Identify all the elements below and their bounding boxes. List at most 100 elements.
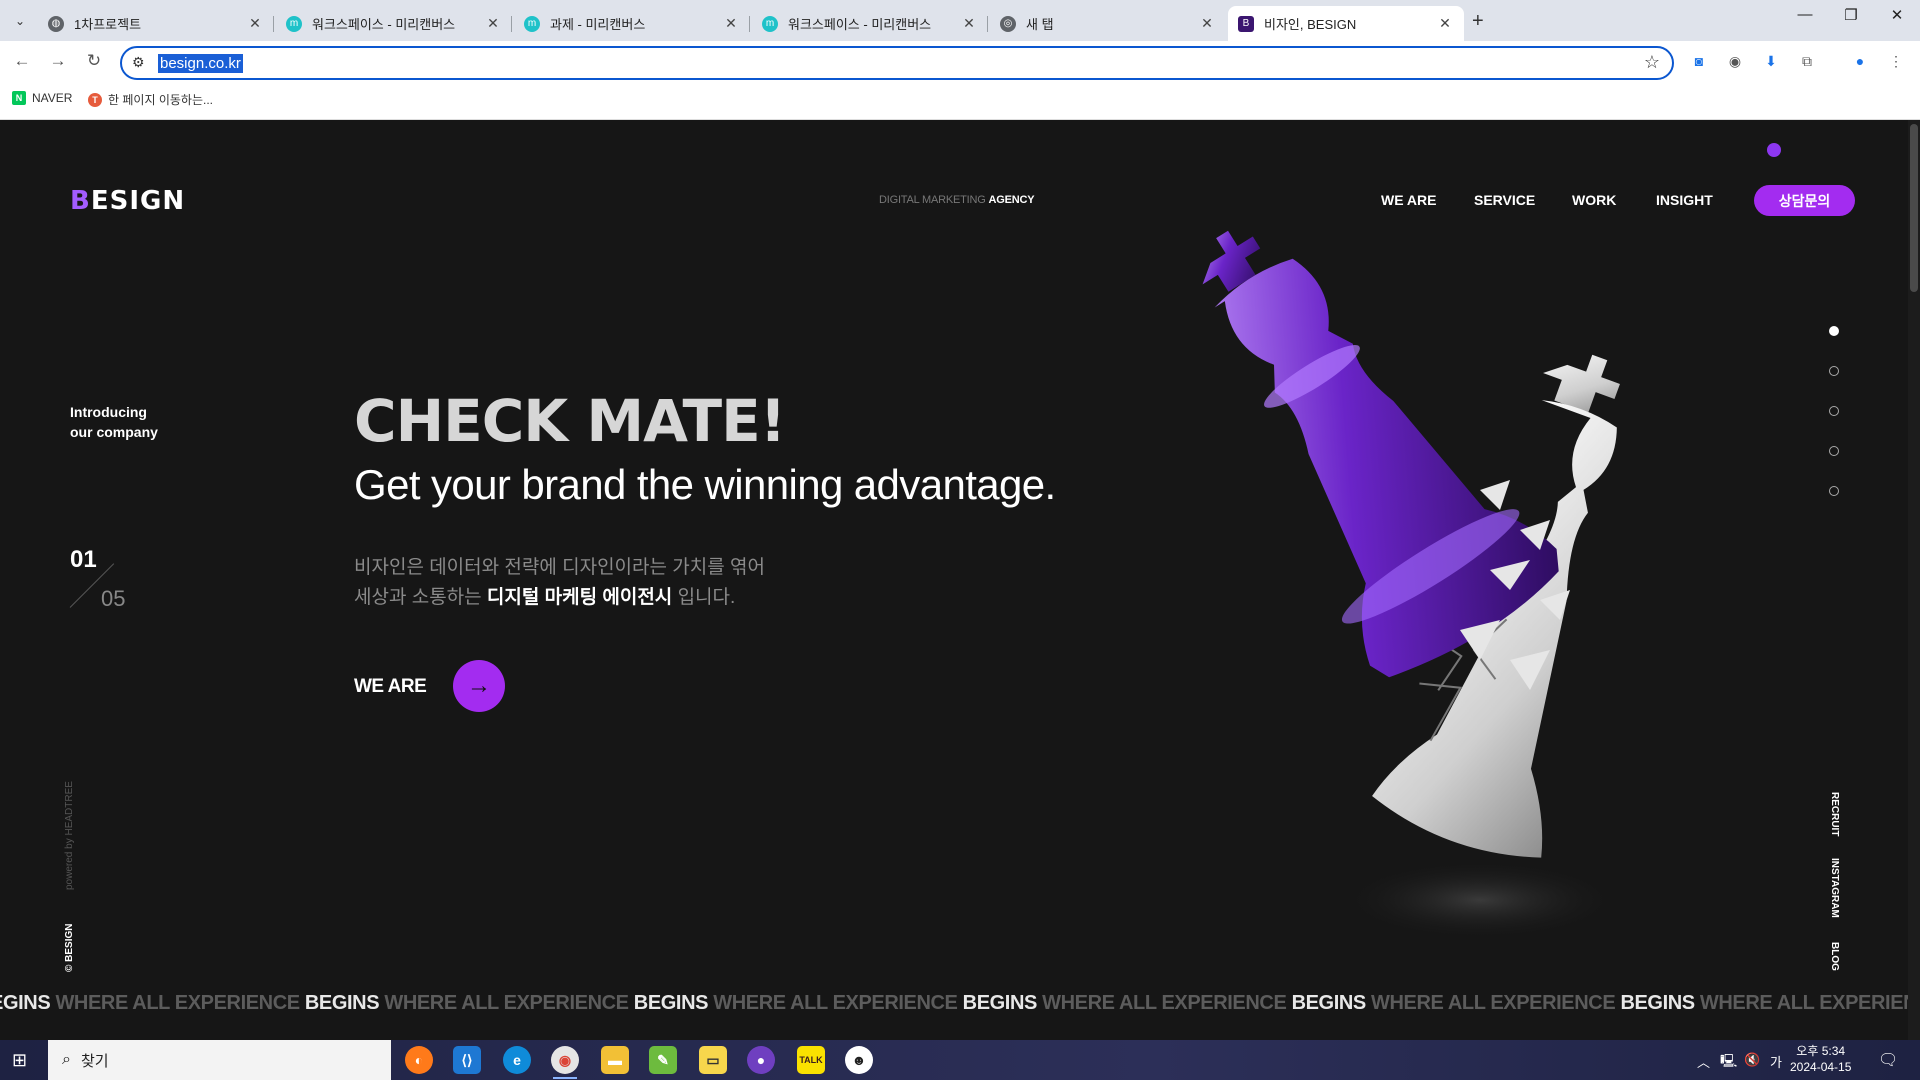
- edge-icon[interactable]: e: [503, 1046, 531, 1074]
- tab-title: 1차프로젝트: [74, 17, 142, 32]
- we-are-link[interactable]: WE ARE: [354, 676, 427, 698]
- slide-pager-dot[interactable]: [1829, 366, 1839, 376]
- site-info-icon[interactable]: ⚙: [132, 54, 145, 71]
- bookmark-item[interactable]: T 한 페이지 이동하는...: [88, 91, 213, 108]
- taskbar-search[interactable]: ⌕ 찾기: [48, 1040, 391, 1080]
- marquee-text: WHERE ALL EXPERIENCE: [1699, 992, 1908, 1014]
- browser-tab[interactable]: m 워크스페이스 - 미리캔버스 ✕: [276, 6, 512, 41]
- chrome-icon[interactable]: ◉: [551, 1046, 579, 1079]
- slide-pager-dot[interactable]: [1829, 486, 1839, 496]
- close-tab-icon[interactable]: ✕: [484, 15, 502, 32]
- camera-icon[interactable]: ◉: [1725, 53, 1745, 71]
- reload-icon[interactable]: ↻: [82, 51, 106, 71]
- miricanvas-icon: m: [524, 15, 540, 32]
- system-clock[interactable]: 오후 5:34 2024-04-15: [1790, 1043, 1851, 1075]
- windows-start-icon[interactable]: ⊞: [12, 1050, 27, 1071]
- file-explorer-icon[interactable]: ▬: [601, 1046, 629, 1074]
- browser-tab[interactable]: m 과제 - 미리캔버스 ✕: [514, 6, 750, 41]
- hero-description: 비자인은 데이터와 전략에 디자인이라는 가치를 엮어 세상과 소통하는 디지털…: [354, 553, 765, 613]
- restore-icon[interactable]: ❐: [1828, 6, 1874, 24]
- marquee-strong: BEGINS: [1291, 992, 1367, 1014]
- consult-button[interactable]: 상담문의: [1754, 185, 1855, 216]
- tab-title: 새 탭: [1026, 17, 1054, 32]
- tab-strip: ⌄ ◍ 1차프로젝트 ✕ m 워크스페이스 - 미리캔버스 ✕ m 과제 - 미…: [0, 0, 1920, 41]
- hero-headline: CHECK MATE!: [354, 387, 786, 455]
- extension-icon[interactable]: ◙: [1689, 53, 1709, 71]
- network-icon[interactable]: 🖳: [1720, 1052, 1737, 1074]
- chess-king-illustration: [1202, 230, 1620, 940]
- scrollbar-thumb[interactable]: [1910, 124, 1918, 292]
- notepad-icon[interactable]: ✎: [649, 1046, 677, 1074]
- marquee-text: WHERE ALL EXPERIENCE: [384, 992, 629, 1014]
- profile-icon[interactable]: ●: [1850, 53, 1870, 71]
- marquee-strong: BEGINS: [962, 992, 1038, 1014]
- menu-kebab-icon[interactable]: ⋮: [1886, 53, 1906, 71]
- powered-by-text: powered by HEADTREE: [64, 781, 75, 890]
- ime-indicator[interactable]: 가: [1770, 1052, 1782, 1071]
- side-link-recruit[interactable]: RECRUIT: [1829, 792, 1840, 836]
- tagline-prefix: DIGITAL MARKETING: [879, 194, 986, 206]
- smile-app-icon[interactable]: ☻: [845, 1046, 873, 1074]
- slide-counter-current: 01: [70, 546, 97, 573]
- logo-text: ESIGN: [90, 186, 186, 216]
- slide-pager-dot[interactable]: [1829, 406, 1839, 416]
- close-tab-icon[interactable]: ✕: [1436, 15, 1454, 32]
- close-tab-icon[interactable]: ✕: [246, 15, 264, 32]
- side-link-instagram[interactable]: INSTAGRAM: [1829, 858, 1840, 918]
- bookmark-label: NAVER: [32, 91, 73, 105]
- notification-icon[interactable]: 🗨: [1878, 1050, 1898, 1070]
- new-tab-button[interactable]: +: [1472, 10, 1484, 33]
- clock-time: 오후 5:34: [1796, 1044, 1846, 1058]
- download-icon[interactable]: ⬇: [1761, 53, 1781, 71]
- tab-title: 워크스페이스 - 미리캔버스: [312, 17, 456, 32]
- window-close-icon[interactable]: ✕: [1874, 6, 1920, 24]
- chrome-icon: ◎: [1000, 15, 1016, 32]
- site-logo[interactable]: BESIGN: [70, 186, 185, 216]
- slide-pager-dot[interactable]: [1829, 446, 1839, 456]
- browser-tab-active[interactable]: B 비자인, BESIGN ✕: [1228, 6, 1464, 41]
- tab-search-button[interactable]: ⌄: [8, 10, 32, 32]
- back-icon[interactable]: ←: [10, 51, 34, 71]
- marquee-text: WHERE ALL EXPERIENCE: [1371, 992, 1616, 1014]
- scrolling-marquee: BEGINS WHERE ALL EXPERIENCE BEGINS WHERE…: [0, 992, 1908, 1015]
- bookmark-label: 한 페이지 이동하는...: [108, 93, 213, 107]
- bookmark-star-icon[interactable]: ☆: [1644, 52, 1660, 73]
- hero-subheadline: Get your brand the winning advantage.: [354, 461, 1056, 508]
- side-link-blog[interactable]: BLOG: [1829, 942, 1840, 971]
- forward-icon[interactable]: →: [46, 51, 70, 71]
- desc-line: 세상과 소통하는 디지털 마케팅 에이전시 입니다.: [354, 583, 765, 613]
- close-tab-icon[interactable]: ✕: [960, 15, 978, 32]
- tray-chevron-icon[interactable]: ︿: [1697, 1052, 1710, 1071]
- github-icon[interactable]: ●: [747, 1046, 775, 1074]
- extensions-puzzle-icon[interactable]: ⧉: [1797, 53, 1817, 71]
- bookmarks-bar: N NAVER T 한 페이지 이동하는...: [0, 83, 1920, 120]
- browser-tab[interactable]: m 워크스페이스 - 미리캔버스 ✕: [752, 6, 988, 41]
- bookmark-icon: T: [88, 92, 102, 107]
- browser-tab[interactable]: ◎ 새 탭 ✕: [990, 6, 1226, 41]
- cursor-dot: [1767, 143, 1781, 157]
- vscode-icon[interactable]: ⟨⟩: [453, 1046, 481, 1074]
- slide-pager-dot[interactable]: [1829, 326, 1839, 336]
- tab-title: 워크스페이스 - 미리캔버스: [788, 17, 932, 32]
- slide-counter-total: 05: [101, 586, 126, 611]
- search-placeholder: 찾기: [80, 1052, 109, 1070]
- tab-title: 비자인, BESIGN: [1264, 17, 1357, 32]
- firefox-icon[interactable]: ◐: [405, 1046, 433, 1074]
- intro-label: Introducing our company: [70, 402, 158, 442]
- browser-tab[interactable]: ◍ 1차프로젝트 ✕: [38, 6, 274, 41]
- desc-line: 비자인은 데이터와 전략에 디자인이라는 가치를 엮어: [354, 557, 765, 578]
- marquee-text: WHERE ALL EXPERIENCE: [713, 992, 958, 1014]
- address-bar[interactable]: ⚙ besign.co.kr ☆: [120, 46, 1674, 80]
- arrow-right-icon[interactable]: →: [453, 660, 505, 712]
- copyright-text: © BESIGN: [64, 923, 75, 973]
- close-tab-icon[interactable]: ✕: [722, 15, 740, 32]
- close-tab-icon[interactable]: ✕: [1198, 15, 1216, 32]
- kakaotalk-icon[interactable]: TALK: [797, 1046, 825, 1074]
- minimize-icon[interactable]: —: [1782, 6, 1828, 23]
- intro-line: Introducing: [70, 404, 147, 420]
- bookmark-naver[interactable]: N NAVER: [12, 91, 72, 105]
- sticky-notes-icon[interactable]: ▭: [699, 1046, 727, 1074]
- url-text[interactable]: besign.co.kr: [158, 54, 243, 73]
- volume-muted-icon[interactable]: 🔇: [1744, 1052, 1760, 1068]
- tab-title: 과제 - 미리캔버스: [550, 17, 646, 32]
